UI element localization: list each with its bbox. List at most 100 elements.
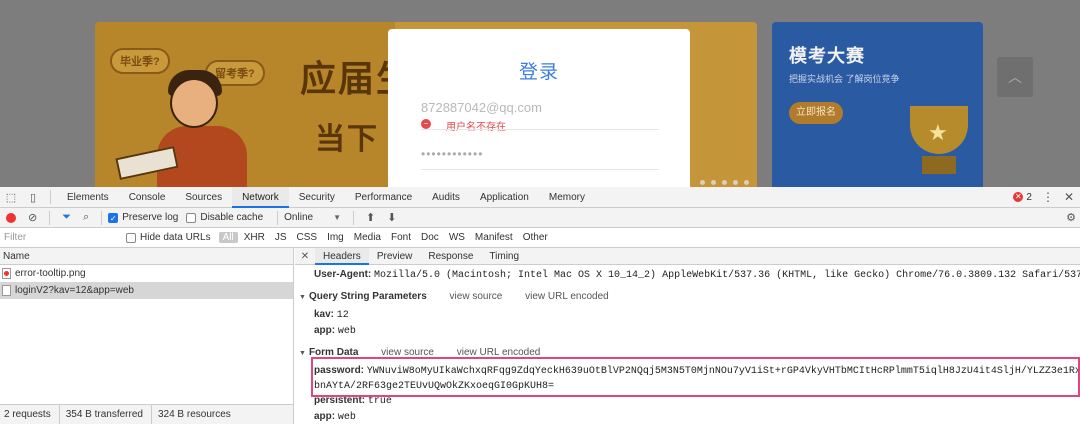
- request-count: 2 requests: [4, 405, 60, 424]
- hide-data-urls-checkbox[interactable]: [126, 232, 136, 243]
- request-name: loginV2?kav=12&app=web: [15, 285, 134, 296]
- filter-type-other[interactable]: Other: [519, 232, 552, 243]
- search-icon[interactable]: ⌕: [83, 211, 89, 224]
- tab-security[interactable]: Security: [289, 187, 345, 208]
- tab-network[interactable]: Network: [232, 186, 289, 208]
- carousel-dot[interactable]: [700, 180, 705, 185]
- tab-response[interactable]: Response: [420, 248, 481, 265]
- password-field[interactable]: ••••••••••••: [421, 147, 483, 161]
- throttle-select[interactable]: Online ▼: [284, 212, 341, 223]
- section-title: ▼ Query String Parameters: [299, 291, 427, 302]
- request-details: ✕ Headers Preview Response Timing User-A…: [295, 248, 1080, 424]
- carousel-dots[interactable]: [700, 176, 755, 187]
- filter-bar: Filter Hide data URLs All XHR JS CSS Img…: [0, 228, 1080, 248]
- device-toolbar-icon[interactable]: ▯: [22, 191, 44, 204]
- gear-icon[interactable]: ⚙: [1066, 211, 1076, 224]
- param-key: app:: [314, 411, 336, 422]
- inspect-element-icon[interactable]: ⬚: [0, 191, 22, 204]
- tab-preview[interactable]: Preview: [369, 248, 421, 265]
- tab-performance[interactable]: Performance: [345, 187, 422, 208]
- tab-console[interactable]: Console: [119, 187, 176, 208]
- section-query-string[interactable]: ▼ Query String Parameters view source vie…: [299, 291, 609, 302]
- param-value: web: [337, 326, 356, 337]
- chevron-up-icon[interactable]: ︿: [997, 57, 1033, 97]
- tab-audits[interactable]: Audits: [422, 187, 470, 208]
- view-url-encoded-link[interactable]: view URL encoded: [525, 291, 609, 302]
- filter-type-font[interactable]: Font: [387, 232, 415, 243]
- username-field[interactable]: 872887042@qq.com: [421, 100, 542, 115]
- banner-headline-2: 当下: [315, 123, 379, 156]
- divider: [101, 210, 103, 225]
- preserve-log-checkbox[interactable]: ✓: [108, 212, 119, 223]
- promo-banner-right[interactable]: 模考大赛 把握实战机会 了解岗位竞争 立即报名 ★: [772, 22, 983, 187]
- tab-headers[interactable]: Headers: [315, 248, 369, 265]
- password-highlight-box: [311, 357, 1080, 397]
- document-file-icon: [2, 285, 11, 296]
- header-key: User-Agent:: [314, 269, 372, 280]
- export-icon[interactable]: ⬇: [387, 211, 396, 224]
- request-row[interactable]: loginV2?kav=12&app=web: [0, 282, 293, 299]
- view-source-link[interactable]: view source: [450, 291, 503, 302]
- illustration-figure-head: [170, 78, 218, 128]
- param-key: app:: [314, 325, 336, 336]
- filter-type-manifest[interactable]: Manifest: [471, 232, 517, 243]
- carousel-dot[interactable]: [733, 180, 738, 185]
- tab-timing[interactable]: Timing: [481, 248, 527, 265]
- error-icon: −: [421, 119, 431, 129]
- filter-type-all[interactable]: All: [218, 232, 238, 243]
- more-options-icon[interactable]: ⋮: [1042, 190, 1054, 204]
- triangle-down-icon: ▼: [299, 294, 306, 301]
- star-icon: ★: [928, 120, 948, 145]
- param-row-kav: kav: 12: [314, 309, 349, 321]
- error-count[interactable]: 2: [1026, 192, 1032, 203]
- close-icon[interactable]: ✕: [295, 251, 315, 262]
- param-value: web: [337, 412, 356, 423]
- tab-memory[interactable]: Memory: [539, 187, 595, 208]
- register-now-button[interactable]: 立即报名: [789, 102, 843, 124]
- banner-right-subtitle: 把握实战机会 了解岗位竞争: [789, 74, 900, 84]
- filter-type-media[interactable]: Media: [350, 232, 385, 243]
- details-tab-bar: ✕ Headers Preview Response Timing: [295, 248, 1080, 265]
- tab-application[interactable]: Application: [470, 187, 539, 208]
- login-title: 登录: [518, 62, 559, 83]
- filter-type-xhr[interactable]: XHR: [240, 232, 269, 243]
- clear-icon[interactable]: ⊘: [28, 211, 37, 224]
- param-value: 12: [336, 310, 349, 321]
- tab-sources[interactable]: Sources: [175, 187, 232, 208]
- carousel-dot[interactable]: [744, 180, 749, 185]
- header-row-user-agent: User-Agent: Mozilla/5.0 (Macintosh; Inte…: [314, 269, 1080, 281]
- name-column-header[interactable]: Name: [0, 248, 293, 265]
- image-file-icon: [2, 268, 11, 279]
- param-row-app-form: app: web: [314, 411, 356, 423]
- throttle-value: Online: [284, 212, 314, 223]
- tab-elements[interactable]: Elements: [57, 187, 119, 208]
- filter-type-img[interactable]: Img: [323, 232, 348, 243]
- close-icon[interactable]: ✕: [1064, 190, 1074, 204]
- filter-type-ws[interactable]: WS: [445, 232, 469, 243]
- param-key: kav:: [314, 309, 335, 320]
- trophy-base: [922, 156, 956, 174]
- transferred-size: 354 B transferred: [66, 405, 152, 424]
- error-icon[interactable]: ✕: [1013, 192, 1024, 202]
- hide-data-urls-label: Hide data URLs: [140, 232, 211, 243]
- filter-type-js[interactable]: JS: [271, 232, 291, 243]
- preserve-log-label: Preserve log: [122, 212, 179, 223]
- triangle-down-icon: ▼: [299, 350, 306, 357]
- filter-input[interactable]: Filter: [0, 230, 126, 246]
- network-summary: 2 requests 354 B transferred 324 B resourc…: [0, 404, 293, 424]
- banner-right-title: 模考大赛: [789, 46, 865, 66]
- import-icon[interactable]: ⬆: [366, 211, 375, 224]
- divider: [50, 190, 51, 204]
- request-row[interactable]: error-tooltip.png: [0, 265, 293, 282]
- param-value: true: [367, 396, 392, 407]
- record-icon[interactable]: [6, 212, 16, 223]
- disable-cache-checkbox[interactable]: [186, 212, 197, 223]
- carousel-dot[interactable]: [722, 180, 727, 185]
- filter-type-css[interactable]: CSS: [293, 232, 322, 243]
- filter-icon[interactable]: ⏷: [62, 211, 71, 224]
- resources-size: 324 B resources: [157, 409, 231, 420]
- header-value: Mozilla/5.0 (Macintosh; Intel Mac OS X 1…: [374, 270, 1080, 281]
- filter-type-doc[interactable]: Doc: [417, 232, 443, 243]
- devtools-tab-bar: ⬚ ▯ Elements Console Sources Network Sec…: [0, 186, 1080, 208]
- carousel-dot[interactable]: [711, 180, 716, 185]
